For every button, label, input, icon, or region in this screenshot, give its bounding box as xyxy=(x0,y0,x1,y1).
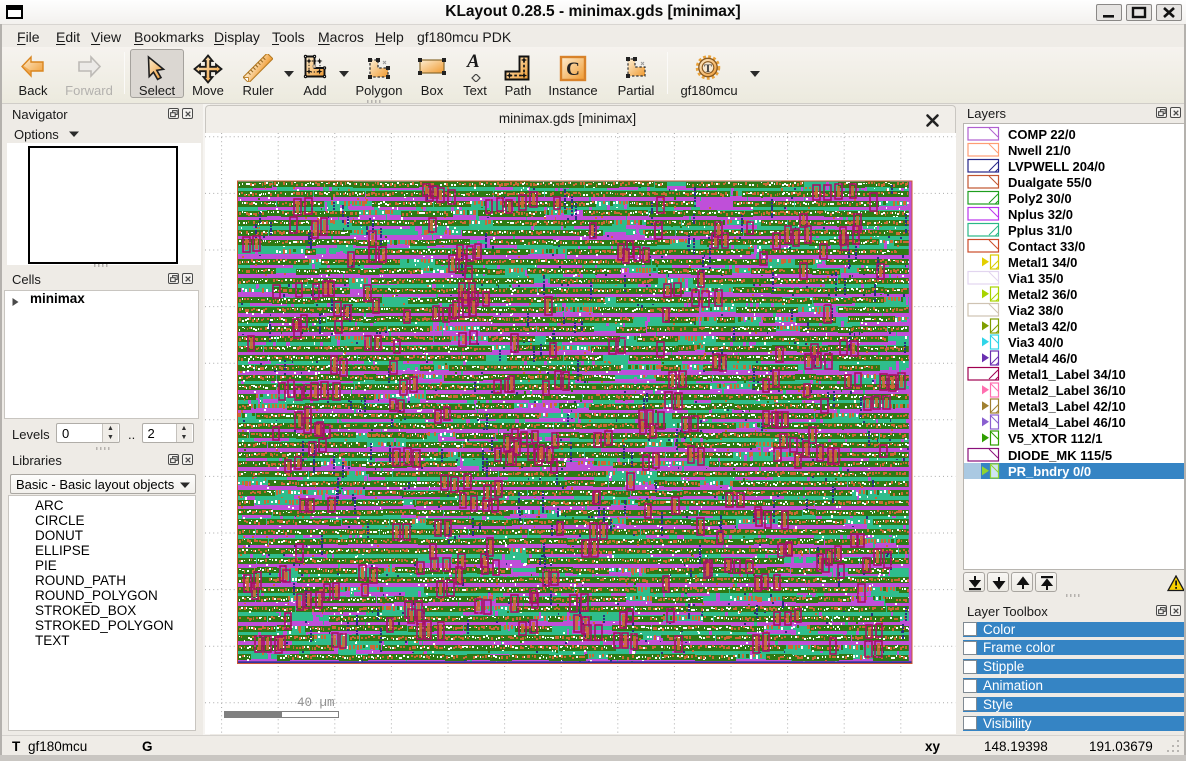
svg-text:C: C xyxy=(566,59,580,80)
svg-text:T: T xyxy=(704,61,712,75)
svg-text:40 µm: 40 µm xyxy=(297,696,335,710)
